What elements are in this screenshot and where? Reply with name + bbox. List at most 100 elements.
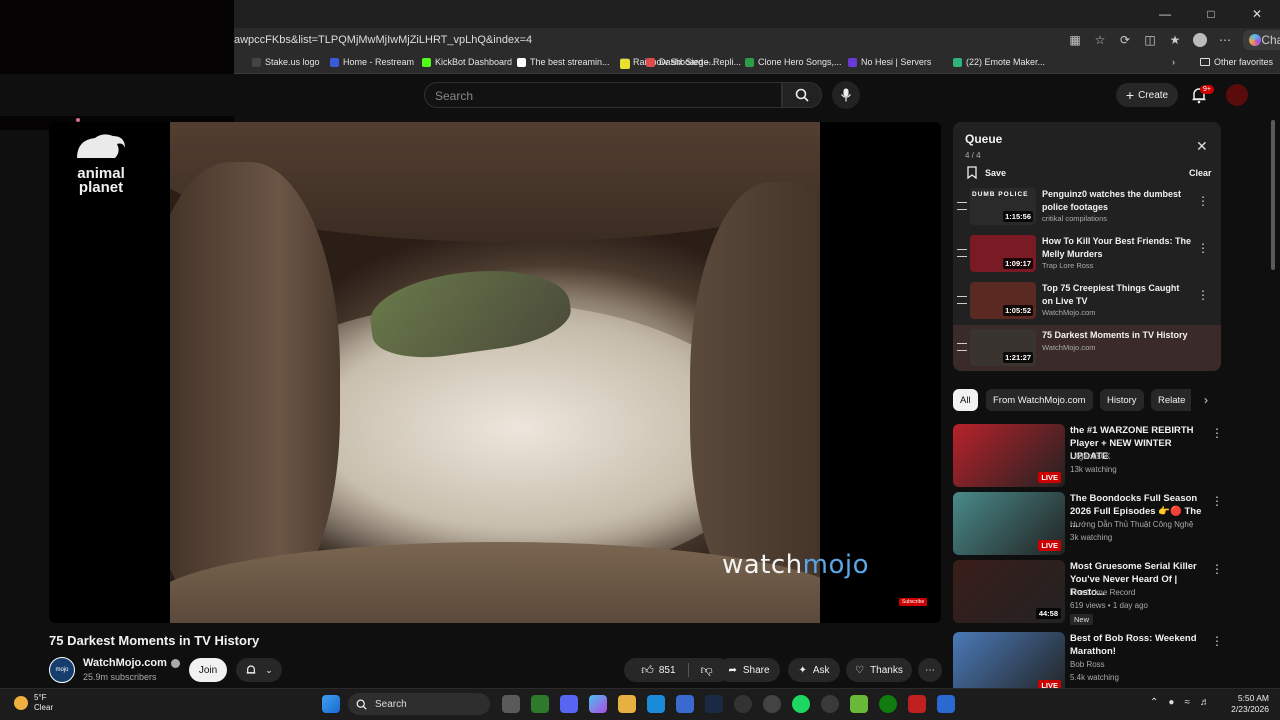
- recommended-channel[interactable]: Hướng Dẫn Thủ Thuật Công Nghệ: [1070, 520, 1193, 529]
- scrollbar-thumb[interactable]: [1271, 120, 1275, 270]
- more-options-icon[interactable]: ⋮: [1211, 562, 1223, 576]
- more-actions-button[interactable]: ⋯: [918, 658, 942, 682]
- like-button[interactable]: 👍︎ 851: [641, 663, 675, 678]
- chat-button[interactable]: Chat: [1243, 30, 1280, 50]
- chips-next-chevron-icon[interactable]: ›: [1196, 390, 1216, 410]
- bookmark-item[interactable]: KickBot Dashboard: [422, 57, 512, 67]
- favorites-icon[interactable]: ★: [1166, 30, 1184, 50]
- close-window-button[interactable]: ✕: [1234, 0, 1280, 28]
- tray-chevron-icon[interactable]: ⌃: [1150, 697, 1158, 708]
- edge-icon[interactable]: [647, 695, 665, 713]
- microphone-tray-icon[interactable]: ●: [1168, 697, 1174, 708]
- queue-item[interactable]: 1:09:17 How To Kill Your Best Friends: Th…: [953, 231, 1221, 277]
- queue-item[interactable]: 1:05:52 Top 75 Creepiest Things Caught on…: [953, 278, 1221, 324]
- user-avatar[interactable]: [1226, 84, 1248, 106]
- maximize-button[interactable]: □: [1188, 0, 1234, 28]
- recommended-channel[interactable]: Legends6K: [1070, 452, 1110, 461]
- file-explorer-icon[interactable]: [618, 695, 636, 713]
- window-app-icon[interactable]: [937, 695, 955, 713]
- recommended-video[interactable]: LIVE Best of Bob Ross: Weekend Marathon! B…: [953, 632, 1223, 696]
- url-text[interactable]: awpccFKbs&list=TLPQMjMwMjIwMjZiLHRT_vpLh…: [234, 34, 532, 46]
- task-view-icon[interactable]: [502, 695, 520, 713]
- steam-icon[interactable]: [705, 695, 723, 713]
- channel-avatar[interactable]: mojo: [49, 657, 75, 683]
- bookmark-item[interactable]: The best streamin...: [517, 57, 610, 67]
- drag-handle-icon[interactable]: [957, 249, 967, 257]
- filter-chip[interactable]: From WatchMojo.com: [986, 389, 1093, 411]
- more-options-icon[interactable]: ⋮: [1211, 494, 1223, 508]
- recommended-thumbnail[interactable]: 44:58: [953, 560, 1065, 623]
- queue-thumbnail[interactable]: 1:05:52: [970, 282, 1036, 319]
- queue-close-icon[interactable]: ✕: [1196, 138, 1208, 155]
- app-icon[interactable]: ▦: [1066, 30, 1084, 50]
- xbox-icon[interactable]: [879, 695, 897, 713]
- subscribe-tag[interactable]: Subscribe: [899, 598, 928, 606]
- store-icon[interactable]: [676, 695, 694, 713]
- video-player[interactable]: animal planet watchmojo Subscribe: [49, 122, 941, 623]
- recommended-channel[interactable]: Bob Ross: [1070, 660, 1105, 669]
- dislike-button[interactable]: 👎︎: [701, 663, 713, 678]
- search-input[interactable]: Search: [424, 82, 782, 108]
- recommended-title[interactable]: Best of Bob Ross: Weekend Marathon!: [1070, 632, 1210, 658]
- volume-icon[interactable]: ♬: [1200, 697, 1210, 708]
- filter-chip[interactable]: History: [1100, 389, 1144, 411]
- voice-search-button[interactable]: [832, 81, 860, 109]
- weather-widget[interactable]: 5°F Clear: [14, 693, 53, 713]
- more-menu-icon[interactable]: ⋯: [1216, 30, 1234, 50]
- bookmark-item[interactable]: Clone Hero Songs,...: [745, 57, 842, 67]
- queue-item-title[interactable]: Penguinz0 watches the dumbest police foo…: [1042, 188, 1192, 213]
- bookmark-item[interactable]: Home - Restream: [330, 57, 414, 67]
- create-button[interactable]: + Create: [1116, 83, 1178, 107]
- bookmarks-overflow-chevron[interactable]: ›: [1172, 57, 1175, 67]
- queue-thumbnail[interactable]: DUMB POLICE 1:15:56: [970, 188, 1036, 225]
- drag-handle-icon[interactable]: [957, 343, 967, 351]
- channel-name[interactable]: WatchMojo.com: [83, 657, 180, 669]
- channel-name-text[interactable]: WatchMojo.com: [83, 657, 167, 669]
- extensions-icon[interactable]: ⟳: [1116, 30, 1134, 50]
- b-app-icon[interactable]: [850, 695, 868, 713]
- recommended-video[interactable]: 44:58 Most Gruesome Serial Killer You've …: [953, 560, 1223, 625]
- queue-item[interactable]: DUMB POLICE 1:15:56 Penguinz0 watches the …: [953, 184, 1221, 230]
- minimize-button[interactable]: —: [1142, 0, 1188, 28]
- queue-item[interactable]: 1:21:27 75 Darkest Moments in TV History W…: [953, 325, 1221, 371]
- other-favorites[interactable]: Other favorites: [1200, 57, 1273, 67]
- bookmark-shortcut-icon[interactable]: [620, 59, 630, 69]
- windows-start-icon[interactable]: [322, 695, 340, 713]
- more-options-icon[interactable]: ⋮: [1197, 288, 1209, 302]
- queue-item-title[interactable]: How To Kill Your Best Friends: The Melly…: [1042, 235, 1192, 260]
- drag-handle-icon[interactable]: [957, 202, 967, 210]
- red-app-icon[interactable]: [908, 695, 926, 713]
- nvidia-icon[interactable]: [531, 695, 549, 713]
- queue-item-title[interactable]: Top 75 Creepiest Things Caught on Live T…: [1042, 282, 1192, 307]
- recommended-channel[interactable]: The Crime Record: [1070, 588, 1135, 597]
- bookmark-item[interactable]: Stake.us logo: [252, 57, 320, 67]
- taskbar-search[interactable]: Search: [348, 693, 490, 715]
- thanks-button[interactable]: ♡ Thanks: [846, 658, 912, 682]
- recommended-video[interactable]: LIVE the #1 WARZONE REBIRTH Player + NEW …: [953, 424, 1223, 488]
- recommended-video[interactable]: LIVE The Boondocks Full Season 2026 Full …: [953, 492, 1223, 556]
- profile-avatar-icon[interactable]: [1191, 30, 1209, 50]
- bookmark-item[interactable]: No Hesi | Servers: [848, 57, 931, 67]
- recommended-thumbnail[interactable]: LIVE: [953, 632, 1065, 695]
- queue-thumbnail[interactable]: 1:09:17: [970, 235, 1036, 272]
- join-button[interactable]: Join: [189, 658, 227, 682]
- more-options-icon[interactable]: ⋮: [1197, 194, 1209, 208]
- favorite-star-icon[interactable]: ☆: [1091, 30, 1109, 50]
- ask-button[interactable]: ✦ Ask: [788, 658, 840, 682]
- split-screen-icon[interactable]: ◫: [1141, 30, 1159, 50]
- queue-item-title[interactable]: 75 Darkest Moments in TV History: [1042, 329, 1192, 342]
- more-options-icon[interactable]: ⋮: [1211, 634, 1223, 648]
- recommended-thumbnail[interactable]: LIVE: [953, 492, 1065, 555]
- settings-gear-icon[interactable]: [763, 695, 781, 713]
- more-options-icon[interactable]: ⋮: [1211, 426, 1223, 440]
- filter-chip[interactable]: All: [953, 389, 978, 411]
- bookmark-item[interactable]: (22) Emote Maker...: [953, 57, 1045, 67]
- network-icon[interactable]: ≈: [1184, 697, 1190, 708]
- discord-icon[interactable]: [560, 695, 578, 713]
- copilot-app-icon[interactable]: [589, 695, 607, 713]
- queue-save-button[interactable]: Save: [967, 166, 1006, 179]
- drag-handle-icon[interactable]: [957, 296, 967, 304]
- bookmark-item[interactable]: Dashboard – Repli...: [646, 57, 741, 67]
- 4k-downloader-icon[interactable]: [821, 695, 839, 713]
- obs-icon[interactable]: [734, 695, 752, 713]
